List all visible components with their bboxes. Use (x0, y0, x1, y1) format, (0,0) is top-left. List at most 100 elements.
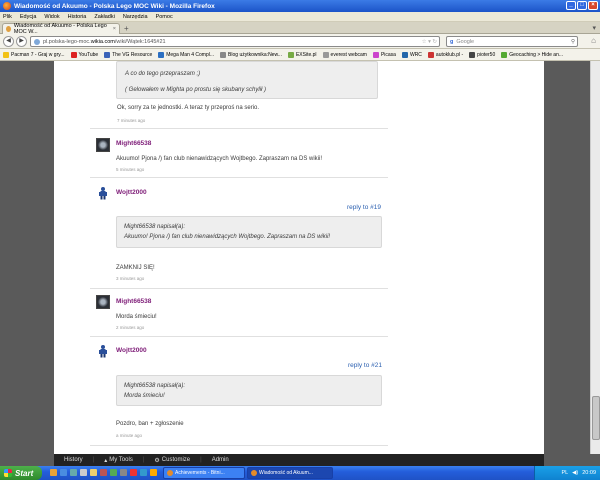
post-author[interactable]: Might66538 (116, 140, 151, 147)
close-window-button[interactable]: × (588, 1, 598, 10)
bookmark-icon (104, 51, 111, 58)
bookmark-icon (501, 51, 508, 58)
page-viewport: A co do tego przepraszam ;) ( Gelowałem … (0, 61, 600, 454)
avatar[interactable] (96, 138, 110, 152)
quicklaunch-media-icon[interactable] (70, 469, 77, 476)
tab-close-icon[interactable]: × (113, 26, 116, 32)
separator (90, 128, 388, 129)
search-input[interactable]: g Google ⚲ (446, 36, 578, 47)
forward-button[interactable]: ▶ (16, 36, 27, 47)
menu-edit[interactable]: Edycja (20, 14, 37, 20)
post-author[interactable]: Might66538 (116, 298, 151, 305)
bookmark-item[interactable]: Mega Man 4 Compl... (158, 51, 214, 58)
tab-favicon-icon (6, 26, 11, 32)
post-timestamp[interactable]: 7 minutes ago (117, 118, 145, 123)
navigation-bar: ◀ ▶ pl.polska-lego-moc.wikia.com/wiki/Wą… (0, 34, 600, 49)
quicklaunch-app-icon[interactable] (140, 469, 147, 476)
bookmark-item[interactable]: EXSite.pl (287, 51, 317, 58)
url-prefix: pl.polska-lego-moc. (43, 38, 91, 45)
quicklaunch-app-icon[interactable] (110, 469, 117, 476)
quicklaunch-app-icon[interactable] (120, 469, 127, 476)
quote-line: Akuumo! Pjona /) fan club nienawidzących… (124, 234, 331, 240)
menu-bookmarks[interactable]: Zakładki (94, 14, 114, 20)
history-button[interactable]: History (64, 457, 83, 463)
minimize-button[interactable]: _ (566, 1, 576, 10)
browser-tab[interactable]: Wiadomość od Akuumo - Polska Lego MOC W.… (2, 23, 120, 35)
admin-button[interactable]: Admin (212, 457, 229, 463)
bookmark-item[interactable]: The VG Resource (104, 51, 152, 58)
bookmark-item[interactable]: everest webcam (322, 51, 367, 58)
my-tools-button[interactable]: ▴ My Tools (104, 457, 133, 464)
search-icon[interactable]: ⚲ (571, 39, 575, 45)
menu-tools[interactable]: Narzędzia (123, 14, 148, 20)
tray-volume-icon[interactable]: ◀) (572, 470, 578, 476)
post-timestamp[interactable]: 5 minutes ago (116, 167, 144, 172)
avatar[interactable] (96, 295, 110, 309)
reply-link[interactable]: reply to #19 (347, 204, 381, 211)
quicklaunch-app-icon[interactable] (150, 469, 157, 476)
post-timestamp[interactable]: 3 minutes ago (116, 276, 144, 281)
site-identity-icon[interactable] (34, 38, 40, 45)
quote-block: A co do tego przepraszam ;) ( Gelowałem … (116, 61, 378, 99)
quote-block: Might66538 napisał(a): Morda śmieciu! (116, 375, 382, 406)
toolbar-divider: | (142, 457, 145, 463)
customize-button[interactable]: ⚙ Customize (154, 457, 190, 464)
back-button[interactable]: ◀ (3, 36, 14, 47)
bookmark-item[interactable]: pioter50 (469, 51, 495, 58)
thread-content: A co do tego przepraszam ;) ( Gelowałem … (54, 61, 544, 454)
post-author[interactable]: Wojtt2000 (116, 347, 147, 354)
toolbar-divider: | (200, 457, 202, 463)
menu-history[interactable]: Historia (68, 14, 87, 20)
scrollbar-thumb[interactable] (592, 396, 600, 440)
system-tray: PL ◀) 20:09 (534, 466, 600, 480)
bookmarks-toolbar: Pacman 7 - Graj w gry... YouTube The VG … (0, 49, 600, 61)
bookmark-item[interactable]: autoklub.pl - (427, 51, 463, 58)
quote-line: ( Gelowałem w Mighta po prostu się skuba… (125, 87, 267, 93)
quicklaunch-desktop-icon[interactable] (80, 469, 87, 476)
bookmark-item[interactable]: Blog użytkownika:New... (220, 51, 282, 58)
url-bar[interactable]: pl.polska-lego-moc.wikia.com/wiki/Wątek:… (30, 36, 440, 47)
menu-file[interactable]: Plik (3, 14, 12, 20)
bookmark-star-icon[interactable]: ☆ ▾ ↻ (422, 39, 437, 45)
post-text: Morda śmieciu! (116, 314, 157, 320)
google-icon[interactable]: g (450, 39, 453, 45)
quote-line: A co do tego przepraszam ;) (125, 71, 201, 77)
start-button[interactable]: Start (0, 466, 42, 480)
tab-bar: Wiadomość od Akuumo - Polska Lego MOC W.… (0, 22, 600, 35)
new-tab-button[interactable]: + (124, 24, 129, 33)
lego-figure-avatar[interactable] (96, 186, 110, 200)
lego-figure-avatar[interactable] (96, 344, 110, 358)
bookmark-item[interactable]: Pacman 7 - Graj w gry... (3, 51, 65, 58)
quicklaunch-firefox-icon[interactable] (50, 469, 57, 476)
page-scrollbar[interactable] (590, 61, 600, 454)
maximize-button[interactable]: □ (577, 1, 587, 10)
menu-view[interactable]: Widok (44, 14, 59, 20)
bookmark-item[interactable]: Picasa (372, 51, 396, 58)
bookmark-item[interactable]: WRC (401, 51, 422, 58)
gear-icon: ⚙ (154, 457, 160, 464)
post-author[interactable]: Wojtt2000 (116, 189, 147, 196)
clock[interactable]: 20:09 (582, 470, 596, 476)
post-text: Ok, sorry za te jednostki. A teraz ty pr… (117, 105, 260, 111)
menu-help[interactable]: Pomoc (156, 14, 173, 20)
home-icon[interactable]: ⌂ (591, 36, 596, 45)
quicklaunch-app-icon[interactable] (100, 469, 107, 476)
language-indicator[interactable]: PL (561, 470, 568, 476)
post-timestamp[interactable]: a minute ago (116, 433, 142, 438)
firefox-icon (251, 470, 257, 476)
quicklaunch-app-icon[interactable] (130, 469, 137, 476)
wikia-toolbar: History | ▴ My Tools | ⚙ Customize | Admin (54, 454, 544, 466)
menu-bar: Plik Edycja Widok Historia Zakładki Narz… (0, 12, 600, 22)
tab-list-chevron-icon[interactable]: ▾ (592, 24, 596, 32)
quicklaunch-ie-icon[interactable] (60, 469, 67, 476)
quicklaunch-folder-icon[interactable] (90, 469, 97, 476)
reply-link[interactable]: reply to #21 (348, 362, 382, 369)
window-controls: _ □ × (566, 1, 598, 10)
post-timestamp[interactable]: 2 minutes ago (116, 325, 144, 330)
bookmark-icon (287, 51, 294, 58)
caret-up-icon: ▴ (104, 457, 108, 464)
bookmark-item[interactable]: Geocaching > Hide an... (501, 51, 563, 58)
taskbar-button-active[interactable]: Wiadomość od Akuum... (247, 467, 333, 479)
taskbar-button[interactable]: Achievements - Bitni... (163, 467, 245, 479)
bookmark-item[interactable]: YouTube (70, 51, 98, 58)
